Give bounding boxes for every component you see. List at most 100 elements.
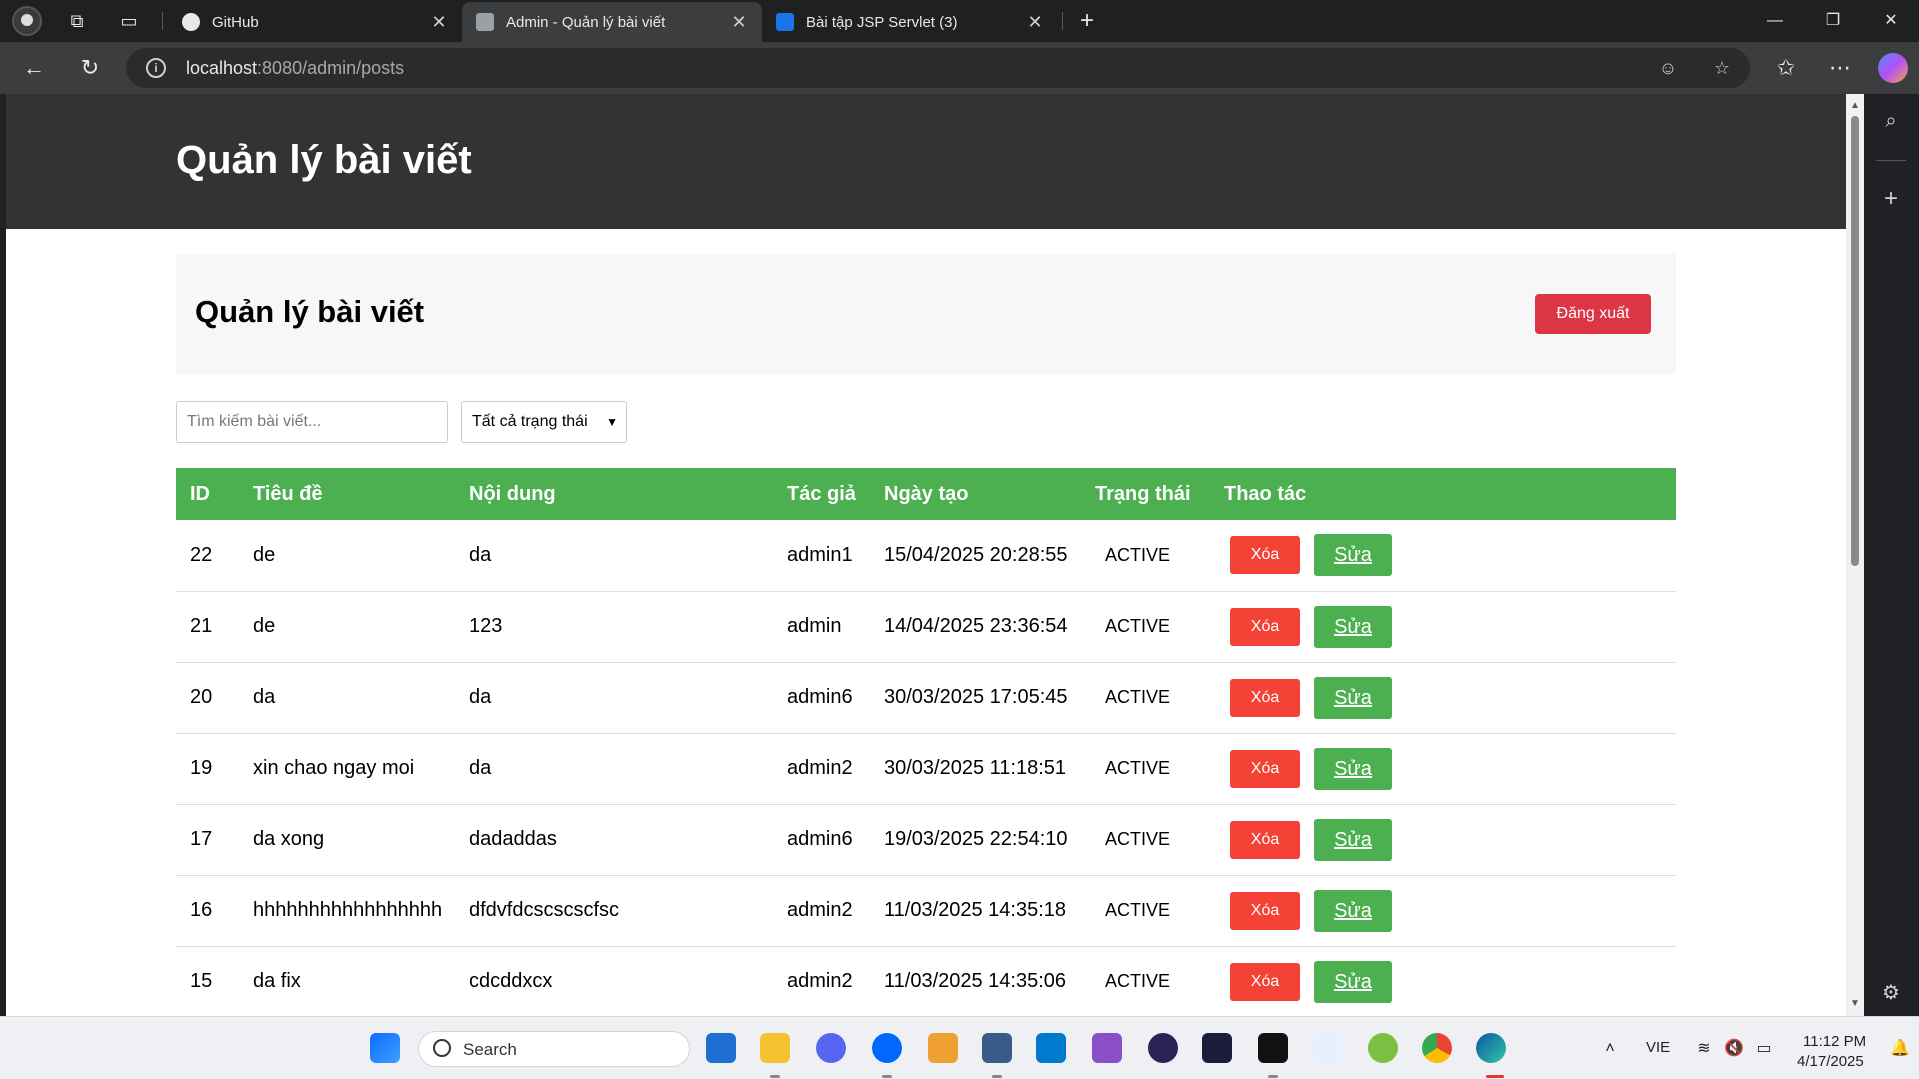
close-icon[interactable]: ✕ <box>1026 12 1044 33</box>
app-header: Quản lý bài viết <box>6 94 1846 229</box>
cell-author: admin6 <box>787 828 853 850</box>
column-header-created: Ngày tạo <box>884 482 969 505</box>
discord-icon[interactable] <box>816 1033 846 1063</box>
delete-button[interactable]: Xóa <box>1230 749 1300 788</box>
delete-button[interactable]: Xóa <box>1230 678 1300 717</box>
cell-created: 30/03/2025 11:18:51 <box>884 757 1067 779</box>
vscode-icon[interactable] <box>1036 1033 1066 1063</box>
tab-admin-posts[interactable]: Admin - Quản lý bài viết ✕ <box>462 2 762 42</box>
notification-bell-icon[interactable]: 🔔 <box>1890 1039 1910 1059</box>
workspaces-icon[interactable]: ⧉ <box>66 10 88 32</box>
chrome-icon[interactable] <box>1422 1033 1452 1063</box>
scroll-down-icon[interactable]: ▼ <box>1850 999 1860 1009</box>
cell-status: ACTIVE <box>1105 758 1171 778</box>
tab-jsp-servlet[interactable]: Bài tập JSP Servlet (3) ✕ <box>762 2 1058 42</box>
site-info-icon[interactable]: i <box>146 58 166 78</box>
edit-button[interactable]: Sửa <box>1314 534 1392 577</box>
edit-button[interactable]: Sửa <box>1314 960 1392 1003</box>
cell-id: 15 <box>190 970 213 992</box>
cell-id: 19 <box>190 757 213 779</box>
running-indicator <box>1268 1075 1278 1078</box>
new-tab-icon[interactable]: + <box>1076 9 1098 33</box>
paint-icon[interactable] <box>928 1033 958 1063</box>
tab-github[interactable]: GitHub ✕ <box>168 2 462 42</box>
close-window-icon[interactable]: ✕ <box>1876 8 1906 34</box>
edit-button[interactable]: Sửa <box>1314 889 1392 932</box>
jetbrains-icon[interactable] <box>1258 1033 1288 1063</box>
delete-button[interactable]: Xóa <box>1230 820 1300 859</box>
restore-icon[interactable]: ❐ <box>1818 8 1848 34</box>
address-bar[interactable]: i localhost:8080/admin/posts ☺ ☆ <box>126 48 1750 88</box>
edit-button[interactable]: Sửa <box>1314 676 1392 719</box>
intellij-icon[interactable] <box>1202 1033 1232 1063</box>
back-icon[interactable]: ← <box>20 54 48 82</box>
cell-created: 15/04/2025 20:28:55 <box>884 543 1068 566</box>
scroll-up-icon[interactable]: ▲ <box>1850 101 1860 111</box>
cell-id: 21 <box>190 615 213 637</box>
translate-icon[interactable] <box>1312 1033 1342 1063</box>
edit-button[interactable]: Sửa <box>1314 818 1392 861</box>
admin-panel: Quản lý bài viết Đăng xuất <box>176 254 1676 374</box>
cell-author: admin2 <box>787 899 853 921</box>
delete-button[interactable]: Xóa <box>1230 607 1300 646</box>
zalo-icon[interactable] <box>872 1033 902 1063</box>
copilot-icon[interactable] <box>1878 53 1908 83</box>
favorite-star-icon[interactable]: ☆ <box>1710 56 1734 80</box>
cell-status: ACTIVE <box>1105 687 1171 707</box>
scroll-thumb[interactable] <box>1851 116 1859 566</box>
eclipse-icon[interactable] <box>1148 1033 1178 1063</box>
flower-app-icon[interactable] <box>1368 1033 1398 1063</box>
cell-status: ACTIVE <box>1105 829 1171 849</box>
minimize-icon[interactable]: — <box>1760 8 1790 34</box>
cell-title: da fix <box>253 970 301 992</box>
refresh-icon[interactable]: ↻ <box>76 54 104 82</box>
status-filter-select[interactable]: Tất cả trạng thái ▼ <box>461 401 627 443</box>
cell-content: da <box>469 686 492 708</box>
taskbar-search[interactable]: Search <box>418 1031 690 1067</box>
file-explorer-icon[interactable] <box>760 1033 790 1063</box>
tab-actions-icon[interactable]: ▭ <box>118 10 140 32</box>
cell-created: 30/03/2025 17:05:45 <box>884 686 1068 708</box>
chevron-up-icon[interactable]: ˄ <box>1600 1039 1620 1059</box>
cell-actions: Xóa Sửa <box>1210 520 1676 591</box>
mysql-workbench-icon[interactable] <box>982 1033 1012 1063</box>
edit-button[interactable]: Sửa <box>1314 605 1392 648</box>
close-icon[interactable]: ✕ <box>430 12 448 33</box>
table-row: 15 da fix cdcddxcx admin2 11/03/2025 14:… <box>176 946 1676 1016</box>
active-app-indicator <box>1486 1075 1504 1078</box>
store-icon[interactable] <box>706 1033 736 1063</box>
battery-icon[interactable]: ▭ <box>1754 1039 1774 1059</box>
address-url[interactable]: localhost:8080/admin/posts <box>186 58 404 79</box>
speaker-muted-icon[interactable]: 🔇 <box>1724 1039 1744 1059</box>
windows-start-icon[interactable] <box>370 1033 400 1063</box>
clock-time[interactable]: 11:12 PM <box>1803 1033 1866 1050</box>
cell-actions: Xóa Sửa <box>1210 733 1676 804</box>
edit-button[interactable]: Sửa <box>1314 747 1392 790</box>
more-menu-icon[interactable]: ⋯ <box>1826 54 1854 82</box>
page-scrollbar[interactable]: ▲ ▼ <box>1846 94 1864 1016</box>
delete-button[interactable]: Xóa <box>1230 536 1300 575</box>
tab-label: Bài tập JSP Servlet (3) <box>806 13 958 31</box>
clock-date[interactable]: 4/17/2025 <box>1797 1053 1864 1070</box>
delete-button[interactable]: Xóa <box>1230 891 1300 930</box>
edge-icon[interactable] <box>1476 1033 1506 1063</box>
visual-studio-icon[interactable] <box>1092 1033 1122 1063</box>
delete-button[interactable]: Xóa <box>1230 962 1300 1001</box>
wifi-icon[interactable]: ≋ <box>1694 1039 1714 1059</box>
profile-avatar[interactable] <box>12 6 42 36</box>
cell-id: 16 <box>190 899 213 921</box>
cell-title: da <box>253 686 276 708</box>
reading-mode-icon[interactable]: ☺ <box>1656 56 1680 80</box>
search-input[interactable] <box>176 401 448 443</box>
github-icon <box>182 13 200 31</box>
settings-gear-icon[interactable]: ⚙ <box>1878 980 1904 1006</box>
close-icon[interactable]: ✕ <box>730 12 748 33</box>
cell-status: ACTIVE <box>1105 616 1171 636</box>
search-icon[interactable]: ⌕ <box>1878 108 1904 134</box>
language-indicator[interactable]: VIE <box>1646 1039 1670 1056</box>
classroom-icon <box>776 13 794 31</box>
logout-button[interactable]: Đăng xuất <box>1535 294 1651 334</box>
favorites-icon[interactable]: ✩ <box>1772 54 1800 82</box>
add-icon[interactable]: + <box>1878 186 1904 212</box>
status-filter-value: Tất cả trạng thái <box>472 413 588 430</box>
